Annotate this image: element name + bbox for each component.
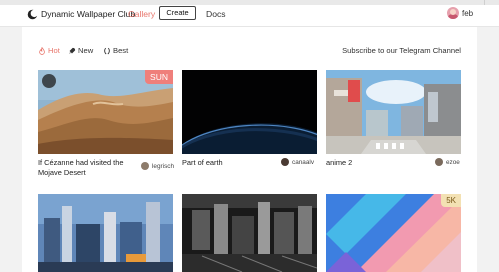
right-gutter — [477, 27, 499, 272]
author-name: canaalv — [292, 158, 315, 166]
wallpaper-author[interactable]: canaalv — [281, 158, 314, 166]
earth-from-space-image — [182, 70, 317, 154]
5k-badge: 5K — [441, 194, 461, 207]
wallpaper-thumbnail[interactable] — [326, 70, 461, 154]
create-button[interactable]: Create — [159, 6, 196, 20]
wallpaper-thumbnail[interactable]: SUN — [38, 70, 173, 154]
abstract-pink-shapes-image — [326, 194, 461, 272]
author-name: ezoe — [446, 158, 460, 166]
logo-icon[interactable] — [27, 9, 38, 20]
author-avatar — [141, 162, 149, 170]
username[interactable]: feb — [462, 9, 473, 18]
wallpaper-author[interactable]: legrisch — [141, 162, 174, 170]
wallpaper-author[interactable]: ezoe — [435, 158, 460, 166]
futuristic-city-image — [38, 194, 173, 272]
brand-name[interactable]: Dynamic Wallpaper Club — [41, 9, 135, 19]
header-divider — [0, 26, 499, 27]
filter-hot[interactable]: Hot — [38, 46, 60, 55]
wallpaper-thumbnail[interactable] — [182, 70, 317, 154]
filter-new[interactable]: New — [68, 46, 93, 55]
author-name: legrisch — [152, 162, 175, 170]
wallpaper-thumbnail[interactable] — [38, 194, 173, 272]
wallpaper-title[interactable]: anime 2 — [326, 158, 416, 168]
filter-bar: Hot New Best Subscribe to our Telegram C… — [0, 46, 499, 60]
filter-best[interactable]: Best — [103, 46, 128, 55]
author-logo-icon — [42, 74, 56, 88]
nav-docs-link[interactable]: Docs — [206, 9, 226, 19]
rocket-icon — [69, 47, 76, 54]
author-avatar — [435, 158, 443, 166]
site-header: Dynamic Wallpaper Club Gallery Create Do… — [0, 5, 499, 27]
sun-badge: SUN — [145, 70, 173, 84]
wallpaper-title[interactable]: If Cézanne had visited the Mojave Desert — [38, 158, 136, 177]
anime-street-image — [326, 70, 461, 154]
filter-new-label: New — [78, 46, 94, 55]
nav-gallery-link[interactable]: Gallery — [128, 9, 155, 19]
filter-hot-label: Hot — [48, 46, 60, 55]
wallpaper-thumbnail[interactable] — [182, 194, 317, 272]
flame-icon — [39, 46, 45, 55]
wallpaper-title[interactable]: Part of earth — [182, 158, 272, 168]
filter-best-label: Best — [113, 46, 129, 55]
wallpaper-thumbnail[interactable]: 5K — [326, 194, 461, 272]
avatar[interactable] — [447, 7, 459, 19]
author-avatar — [281, 158, 289, 166]
telegram-link[interactable]: Subscribe to our Telegram Channel — [342, 46, 461, 55]
left-gutter — [0, 27, 22, 272]
monochrome-city-image — [182, 194, 317, 272]
laurel-icon — [104, 47, 110, 54]
